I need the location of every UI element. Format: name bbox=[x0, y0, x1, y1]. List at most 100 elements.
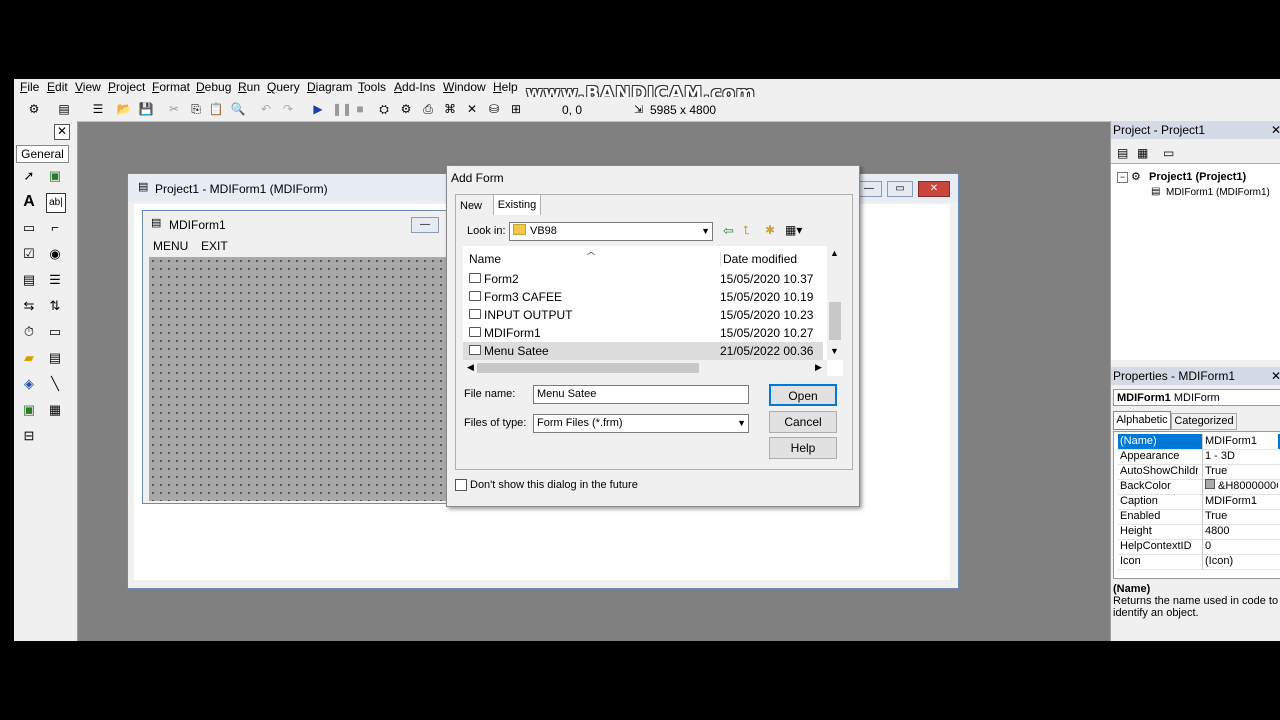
file-name-input[interactable]: Menu Satee bbox=[533, 385, 749, 404]
shape-icon[interactable]: ◈ bbox=[20, 375, 38, 393]
menu-project[interactable]: Project bbox=[108, 80, 145, 94]
scroll-thumb[interactable] bbox=[829, 302, 841, 340]
property-row[interactable]: Icon (Icon) bbox=[1118, 554, 1280, 570]
hscrollbar-icon[interactable]: ⇆ bbox=[20, 297, 38, 315]
menu-view[interactable]: View bbox=[75, 80, 101, 94]
ole-icon[interactable]: ⊟ bbox=[20, 427, 38, 445]
project-root-node[interactable]: Project1 (Project1) bbox=[1149, 171, 1246, 183]
property-row[interactable]: Height 4800 bbox=[1118, 524, 1280, 540]
mdiform-minimize-button[interactable]: — bbox=[411, 217, 439, 233]
column-name[interactable]: Name bbox=[469, 252, 501, 266]
project-form-node[interactable]: MDIForm1 (MDIForm1) bbox=[1166, 187, 1270, 198]
menu-add-ins[interactable]: Add-Ins bbox=[394, 80, 435, 94]
open-project-icon[interactable]: 📂 bbox=[116, 101, 132, 117]
scroll-up-icon[interactable]: ▲ bbox=[830, 248, 839, 258]
toolbox-icon[interactable]: ✕ bbox=[464, 101, 480, 117]
checkbox-icon[interactable]: ☑ bbox=[20, 245, 38, 263]
start-icon[interactable]: ▶ bbox=[310, 101, 326, 117]
tab-new[interactable]: New bbox=[460, 200, 482, 212]
data-control-icon[interactable]: ▦ bbox=[46, 401, 64, 419]
scroll-right-icon[interactable]: ▶ bbox=[815, 362, 822, 373]
list-item[interactable]: Form3 CAFEE 15/05/2020 10.19 bbox=[463, 288, 823, 306]
menu-debug[interactable]: Debug bbox=[196, 80, 231, 94]
h-scroll-thumb[interactable] bbox=[477, 363, 699, 373]
close-button[interactable]: ✕ bbox=[918, 181, 950, 197]
redo-icon[interactable]: ↷ bbox=[280, 101, 296, 117]
list-item[interactable]: Form2 15/05/2020 10.37 bbox=[463, 270, 823, 288]
save-project-icon[interactable]: 💾 bbox=[138, 101, 154, 117]
textbox-icon[interactable]: ab| bbox=[46, 193, 66, 213]
property-row[interactable]: BackColor &H8000000C bbox=[1118, 479, 1280, 495]
filelistbox-icon[interactable]: ▤ bbox=[46, 349, 64, 367]
properties-window-icon[interactable]: ⚙ bbox=[398, 101, 414, 117]
menu-query[interactable]: Query bbox=[267, 80, 300, 94]
vscrollbar-icon[interactable]: ⇅ bbox=[46, 297, 64, 315]
optionbutton-icon[interactable]: ◉ bbox=[46, 245, 64, 263]
menu-diagram[interactable]: Diagram bbox=[307, 80, 352, 94]
mdiform-menu-item[interactable]: MENU bbox=[153, 239, 188, 253]
dirlistbox-icon[interactable]: ▰ bbox=[20, 349, 38, 367]
undo-icon[interactable]: ↶ bbox=[258, 101, 274, 117]
image-icon[interactable]: ▣ bbox=[20, 401, 38, 419]
view-menu-icon[interactable]: ▦▾ bbox=[785, 223, 802, 237]
maximize-button[interactable]: ▭ bbox=[887, 181, 913, 197]
pointer-icon[interactable]: ➚ bbox=[20, 167, 38, 185]
menu-window[interactable]: Window bbox=[443, 80, 486, 94]
chevron-down-icon[interactable]: ▼ bbox=[701, 223, 710, 240]
object-browser-icon[interactable]: ⌘ bbox=[442, 101, 458, 117]
scroll-left-icon[interactable]: ◀ bbox=[467, 362, 474, 373]
menu-edit[interactable]: Edit bbox=[47, 80, 68, 94]
mdiform-menu-item[interactable]: EXIT bbox=[201, 239, 228, 253]
collapse-icon[interactable]: − bbox=[1117, 172, 1128, 183]
project-explorer-icon[interactable]: ⛭ bbox=[376, 101, 392, 117]
property-row[interactable]: HelpContextID 0 bbox=[1118, 539, 1280, 555]
new-folder-icon[interactable]: ✱ bbox=[765, 223, 775, 237]
commandbutton-icon[interactable]: ⌐ bbox=[46, 219, 64, 237]
view-object-icon[interactable]: ▦ bbox=[1137, 146, 1148, 160]
chevron-down-icon[interactable]: ▼ bbox=[737, 415, 746, 432]
cut-icon[interactable]: ✂ bbox=[166, 101, 182, 117]
tab-alphabetic[interactable]: Alphabetic bbox=[1113, 411, 1171, 430]
label-icon[interactable]: A bbox=[20, 193, 38, 211]
property-row[interactable]: Enabled True bbox=[1118, 509, 1280, 525]
picturebox-icon[interactable]: ▣ bbox=[46, 167, 64, 185]
back-icon[interactable]: ⇦ bbox=[723, 223, 734, 239]
close-icon[interactable]: ✕ bbox=[54, 124, 70, 140]
visual-component-manager-icon[interactable]: ⊞ bbox=[508, 101, 524, 117]
menu-format[interactable]: Format bbox=[152, 80, 190, 94]
break-icon[interactable]: ❚❚ bbox=[332, 101, 352, 117]
listbox-icon[interactable]: ☰ bbox=[46, 271, 64, 289]
property-row[interactable]: Appearance 1 - 3D bbox=[1118, 449, 1280, 465]
form-layout-icon[interactable]: ⎙ bbox=[420, 101, 436, 117]
help-button[interactable]: Help bbox=[769, 437, 837, 459]
line-icon[interactable]: ╲ bbox=[46, 375, 64, 393]
add-form-icon[interactable]: ▤ bbox=[56, 101, 72, 117]
end-icon[interactable]: ■ bbox=[352, 101, 368, 117]
find-icon[interactable]: 🔍 bbox=[230, 101, 246, 117]
properties-close-icon[interactable]: ✕ bbox=[1271, 369, 1280, 383]
data-view-icon[interactable]: ⛁ bbox=[486, 101, 502, 117]
object-selector[interactable]: MDIForm1 MDIForm bbox=[1113, 389, 1280, 406]
vertical-scrollbar[interactable]: ▲ ▼ bbox=[827, 246, 843, 360]
paste-icon[interactable]: 📋 bbox=[208, 101, 224, 117]
list-item[interactable]: Menu Satee 21/05/2022 00.36 bbox=[463, 342, 823, 360]
combobox-icon[interactable]: ▤ bbox=[20, 271, 38, 289]
property-row[interactable]: (Name) MDIForm1 bbox=[1118, 434, 1280, 450]
add-project-icon[interactable]: ⚙ bbox=[26, 101, 42, 117]
look-in-select[interactable]: VB98 ▼ bbox=[509, 222, 713, 241]
column-date-modified[interactable]: Date modified bbox=[720, 252, 797, 266]
menu-help[interactable]: Help bbox=[493, 80, 518, 94]
timer-icon[interactable]: ⏱ bbox=[20, 323, 38, 341]
toolbox-tab-general[interactable]: General bbox=[16, 145, 69, 163]
file-type-select[interactable]: Form Files (*.frm) ▼ bbox=[533, 414, 749, 433]
project-close-icon[interactable]: ✕ bbox=[1271, 123, 1280, 137]
toggle-folders-icon[interactable]: ▭ bbox=[1163, 146, 1174, 160]
view-code-icon[interactable]: ▤ bbox=[1117, 146, 1128, 160]
property-row[interactable]: Caption MDIForm1 bbox=[1118, 494, 1280, 510]
menu-tools[interactable]: Tools bbox=[358, 80, 386, 94]
menu-editor-icon[interactable]: ☰ bbox=[90, 101, 106, 117]
up-folder-icon[interactable]: ⮤ bbox=[743, 223, 750, 238]
menu-run[interactable]: Run bbox=[238, 80, 260, 94]
dont-show-checkbox[interactable] bbox=[455, 479, 467, 491]
copy-icon[interactable]: ⎘ bbox=[188, 101, 204, 117]
